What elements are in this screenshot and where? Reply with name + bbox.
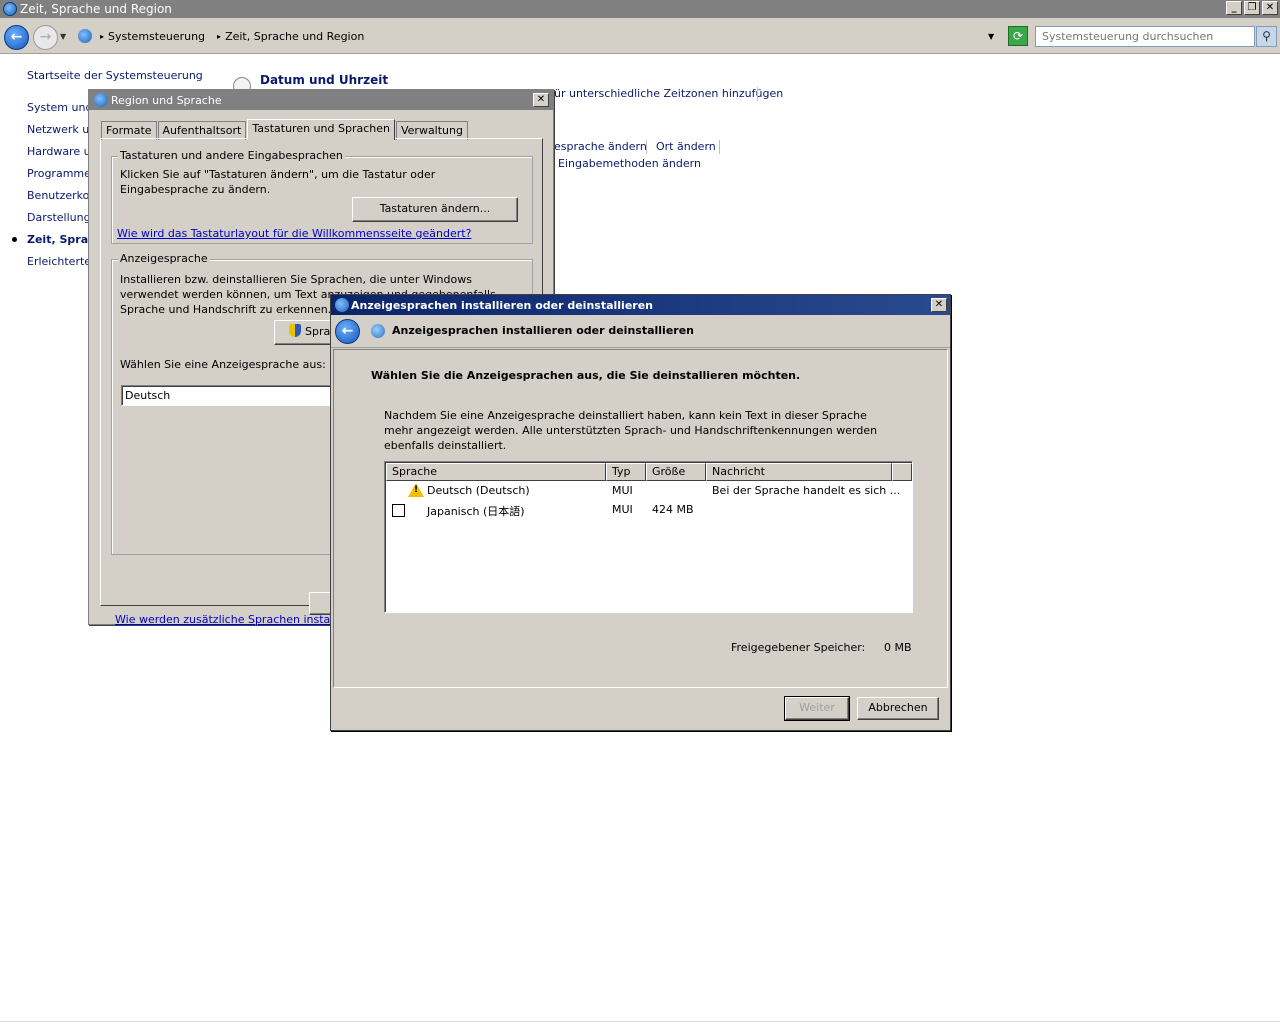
breadcrumb-current[interactable]: Zeit, Sprache und Region [225,30,364,43]
forward-button[interactable]: → [33,25,58,50]
minimize-button[interactable]: _ [1226,1,1242,15]
shield-icon [289,324,301,337]
freed-space-label: Freigegebener Speicher: [731,641,866,654]
nav-hardware[interactable]: Hardware un [27,145,98,158]
wizard-title: Anzeigesprachen installieren oder deinst… [392,324,695,337]
keyboard-group: Tastaturen und andere Eingabesprachen Kl… [111,149,533,244]
nav-programs[interactable]: Programme [27,167,91,180]
link-change-input[interactable]: Eingabemethoden ändern [558,157,701,170]
row-type: MUI [612,484,633,497]
list-header: Sprache Typ Größe Nachricht [386,463,912,481]
region-tabs: Formate Aufenthaltsort Tastaturen und Sp… [101,119,469,140]
column-groesse[interactable]: Größe [646,463,706,481]
freed-space-value: 0 MB [884,641,912,654]
history-dropdown-icon[interactable]: ▼ [60,32,66,41]
link-change-location[interactable]: Ort ändern [656,140,716,153]
bottom-divider [0,1021,1280,1022]
warning-mark: ! [414,485,419,495]
next-button[interactable]: Weiter [784,696,850,721]
select-display-language-label: Wählen Sie eine Anzeigesprache aus: [120,358,326,371]
row-language: Deutsch (Deutsch) [427,484,530,497]
wizard-header: ← Anzeigesprachen installieren oder dein… [331,315,950,348]
row-language: Japanisch (日本語) [427,505,525,518]
active-bullet [12,237,17,242]
refresh-icon[interactable]: ⟳ [1008,26,1028,46]
main-titlebar: Zeit, Sprache und Region _ ❐ ✕ [0,0,1280,18]
nav-users[interactable]: Benutzerkon [27,189,96,202]
lang-dialog-title: Anzeigesprachen installieren oder deinst… [351,298,654,312]
restore-button[interactable]: ❐ [1244,1,1260,15]
list-item[interactable]: Japanisch (日本語) MUI 424 MB [386,501,912,520]
window-title: Zeit, Sprache und Region [20,2,172,16]
keyboard-group-legend: Tastaturen und andere Eingabesprachen [118,149,345,162]
row-message: Bei der Sprache handelt es sich ... [712,484,901,497]
control-panel-icon [78,29,92,43]
region-dialog-close-button[interactable]: ✕ [533,93,549,107]
region-icon [94,93,108,107]
column-nachricht[interactable]: Nachricht [706,463,892,481]
cancel-button[interactable]: Abbrechen [857,697,939,720]
change-keyboards-button[interactable]: Tastaturen ändern... [352,197,518,222]
nav-time-language[interactable]: Zeit, Sprac [27,233,95,246]
breadcrumb-systemsteuerung[interactable]: Systemsteuerung [108,30,205,43]
nav-network[interactable]: Netzwerk un [27,123,96,136]
display-languages-dialog: Anzeigesprachen installieren oder deinst… [330,294,951,731]
language-icon [335,298,349,312]
wizard-back-button[interactable]: ← [335,319,360,344]
link-change-language[interactable]: esprache ändern [554,140,647,153]
nav-home[interactable]: Startseite der Systemsteuerung [27,69,203,82]
link-separator [719,140,720,154]
row-size: 424 MB [652,503,694,516]
languages-list[interactable]: Sprache Typ Größe Nachricht ! Deutsch (D… [384,461,913,613]
keyboard-group-text: Klicken Sie auf "Tastaturen ändern", um … [120,168,436,196]
search-input[interactable] [1035,26,1255,47]
chevron-right-icon[interactable]: ▸ [100,32,104,41]
lang-dialog-titlebar[interactable]: Anzeigesprachen installieren oder deinst… [331,295,950,315]
wizard-description: Nachdem Sie eine Anzeigesprache deinstal… [384,409,878,452]
search-icon[interactable]: ⚲ [1256,26,1277,47]
language-checkbox[interactable] [392,504,405,517]
install-languages-label: Spra [305,325,331,338]
region-dialog-title: Region und Sprache [111,93,222,107]
back-button[interactable]: ← [4,25,29,50]
region-dialog-titlebar[interactable]: Region und Sprache ✕ [89,90,553,110]
lang-dialog-close-button[interactable]: ✕ [931,298,947,312]
list-item[interactable]: ! Deutsch (Deutsch) MUI Bei der Sprache … [386,482,912,501]
control-panel-icon [3,2,17,16]
section-date-time[interactable]: Datum und Uhrzeit [260,73,388,87]
column-sprache[interactable]: Sprache [386,463,606,481]
link-add-timezones[interactable]: ür unterschiedliche Zeitzonen hinzufügen [554,87,783,100]
tab-tastaturen-sprachen[interactable]: Tastaturen und Sprachen [247,119,395,140]
display-language-legend: Anzeigesprache [118,252,210,265]
address-toolbar: ← → ▼ ▸ Systemsteuerung ▸ Zeit, Sprache … [0,18,1280,54]
chevron-right-icon[interactable]: ▸ [217,32,221,41]
row-type: MUI [612,503,633,516]
language-icon [371,324,385,338]
link-separator [757,87,758,101]
welcome-layout-link[interactable]: Wie wird das Tastaturlayout für die Will… [117,227,471,240]
display-language-select[interactable]: Deutsch [121,385,341,406]
column-filler [892,463,912,481]
wizard-instruction: Wählen Sie die Anzeigesprachen aus, die … [371,369,801,382]
close-button[interactable]: ✕ [1262,1,1278,15]
column-typ[interactable]: Typ [606,463,646,481]
address-dropdown-icon[interactable]: ▼ [988,32,994,41]
link-separator [646,140,647,154]
address-field[interactable]: ▸ Systemsteuerung ▸ Zeit, Sprache und Re… [74,26,1004,46]
